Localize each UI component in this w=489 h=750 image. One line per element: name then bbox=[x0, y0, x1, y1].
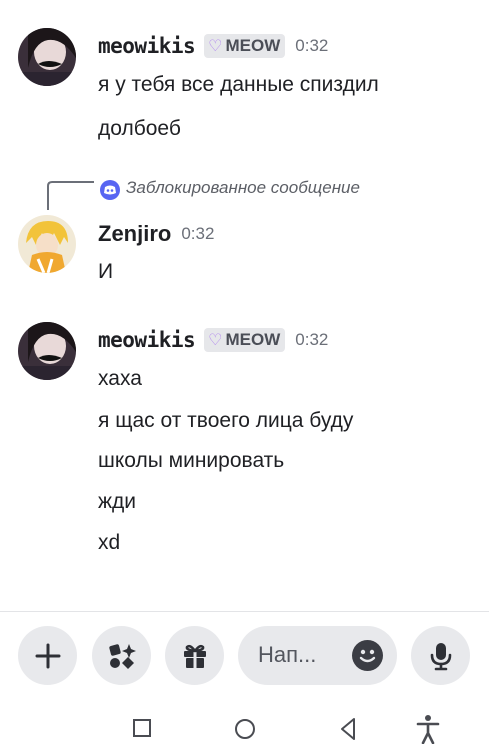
username[interactable]: meowikis bbox=[98, 34, 196, 58]
avatar[interactable] bbox=[18, 322, 76, 380]
gift-button[interactable] bbox=[165, 626, 224, 685]
message-text: школы минировать bbox=[98, 449, 285, 472]
message-text: долбоеб bbox=[98, 117, 181, 140]
message-text: И bbox=[98, 260, 114, 283]
timestamp: 0:32 bbox=[295, 36, 329, 55]
emoji-button[interactable] bbox=[352, 640, 383, 671]
message-header: Zenjiro 0:32 bbox=[98, 219, 214, 249]
timestamp: 0:32 bbox=[295, 330, 329, 349]
recent-apps-icon[interactable] bbox=[130, 714, 154, 744]
heart-icon: ♡ bbox=[208, 38, 223, 55]
reply-preview[interactable]: Заблокированное сообщение bbox=[0, 172, 489, 210]
plus-icon bbox=[35, 643, 60, 668]
user-tag[interactable]: ♡ MEOW bbox=[204, 34, 286, 58]
message-header: meowikis ♡ MEOW 0:32 bbox=[98, 31, 328, 61]
discord-icon bbox=[100, 180, 120, 200]
apps-icon bbox=[108, 643, 136, 669]
emoji-icon bbox=[359, 649, 376, 663]
gift-icon bbox=[183, 644, 206, 668]
message-text: xd bbox=[98, 531, 121, 554]
heart-icon: ♡ bbox=[208, 332, 223, 349]
composer-divider bbox=[0, 611, 489, 612]
avatar[interactable] bbox=[18, 28, 76, 86]
message-text: я щас от твоего лица буду bbox=[98, 409, 354, 432]
user-tag[interactable]: ♡ MEOW bbox=[204, 328, 286, 352]
message-placeholder: Нап... bbox=[258, 642, 317, 667]
add-button[interactable] bbox=[18, 626, 77, 685]
message-input[interactable]: Нап... bbox=[238, 626, 397, 685]
system-navbar bbox=[0, 708, 489, 750]
reply-text: Заблокированное сообщение bbox=[126, 178, 360, 197]
message-text: хаха bbox=[98, 367, 142, 390]
apps-button[interactable] bbox=[92, 626, 151, 685]
username[interactable]: Zenjiro bbox=[98, 221, 171, 247]
timestamp: 0:32 bbox=[181, 224, 215, 243]
voice-button[interactable] bbox=[411, 626, 470, 685]
message-text: я у тебя все данные спиздил bbox=[98, 73, 379, 96]
tag-label: MEOW bbox=[225, 330, 281, 349]
message-text: жди bbox=[98, 490, 137, 513]
avatar[interactable] bbox=[18, 215, 76, 273]
home-icon[interactable] bbox=[232, 714, 258, 744]
microphone-icon bbox=[430, 642, 451, 670]
message-header: meowikis ♡ MEOW 0:32 bbox=[98, 325, 328, 355]
accessibility-icon[interactable] bbox=[416, 714, 440, 744]
back-icon[interactable] bbox=[336, 714, 360, 744]
username[interactable]: meowikis bbox=[98, 328, 196, 352]
reply-connector bbox=[47, 181, 94, 210]
tag-label: MEOW bbox=[225, 36, 281, 55]
